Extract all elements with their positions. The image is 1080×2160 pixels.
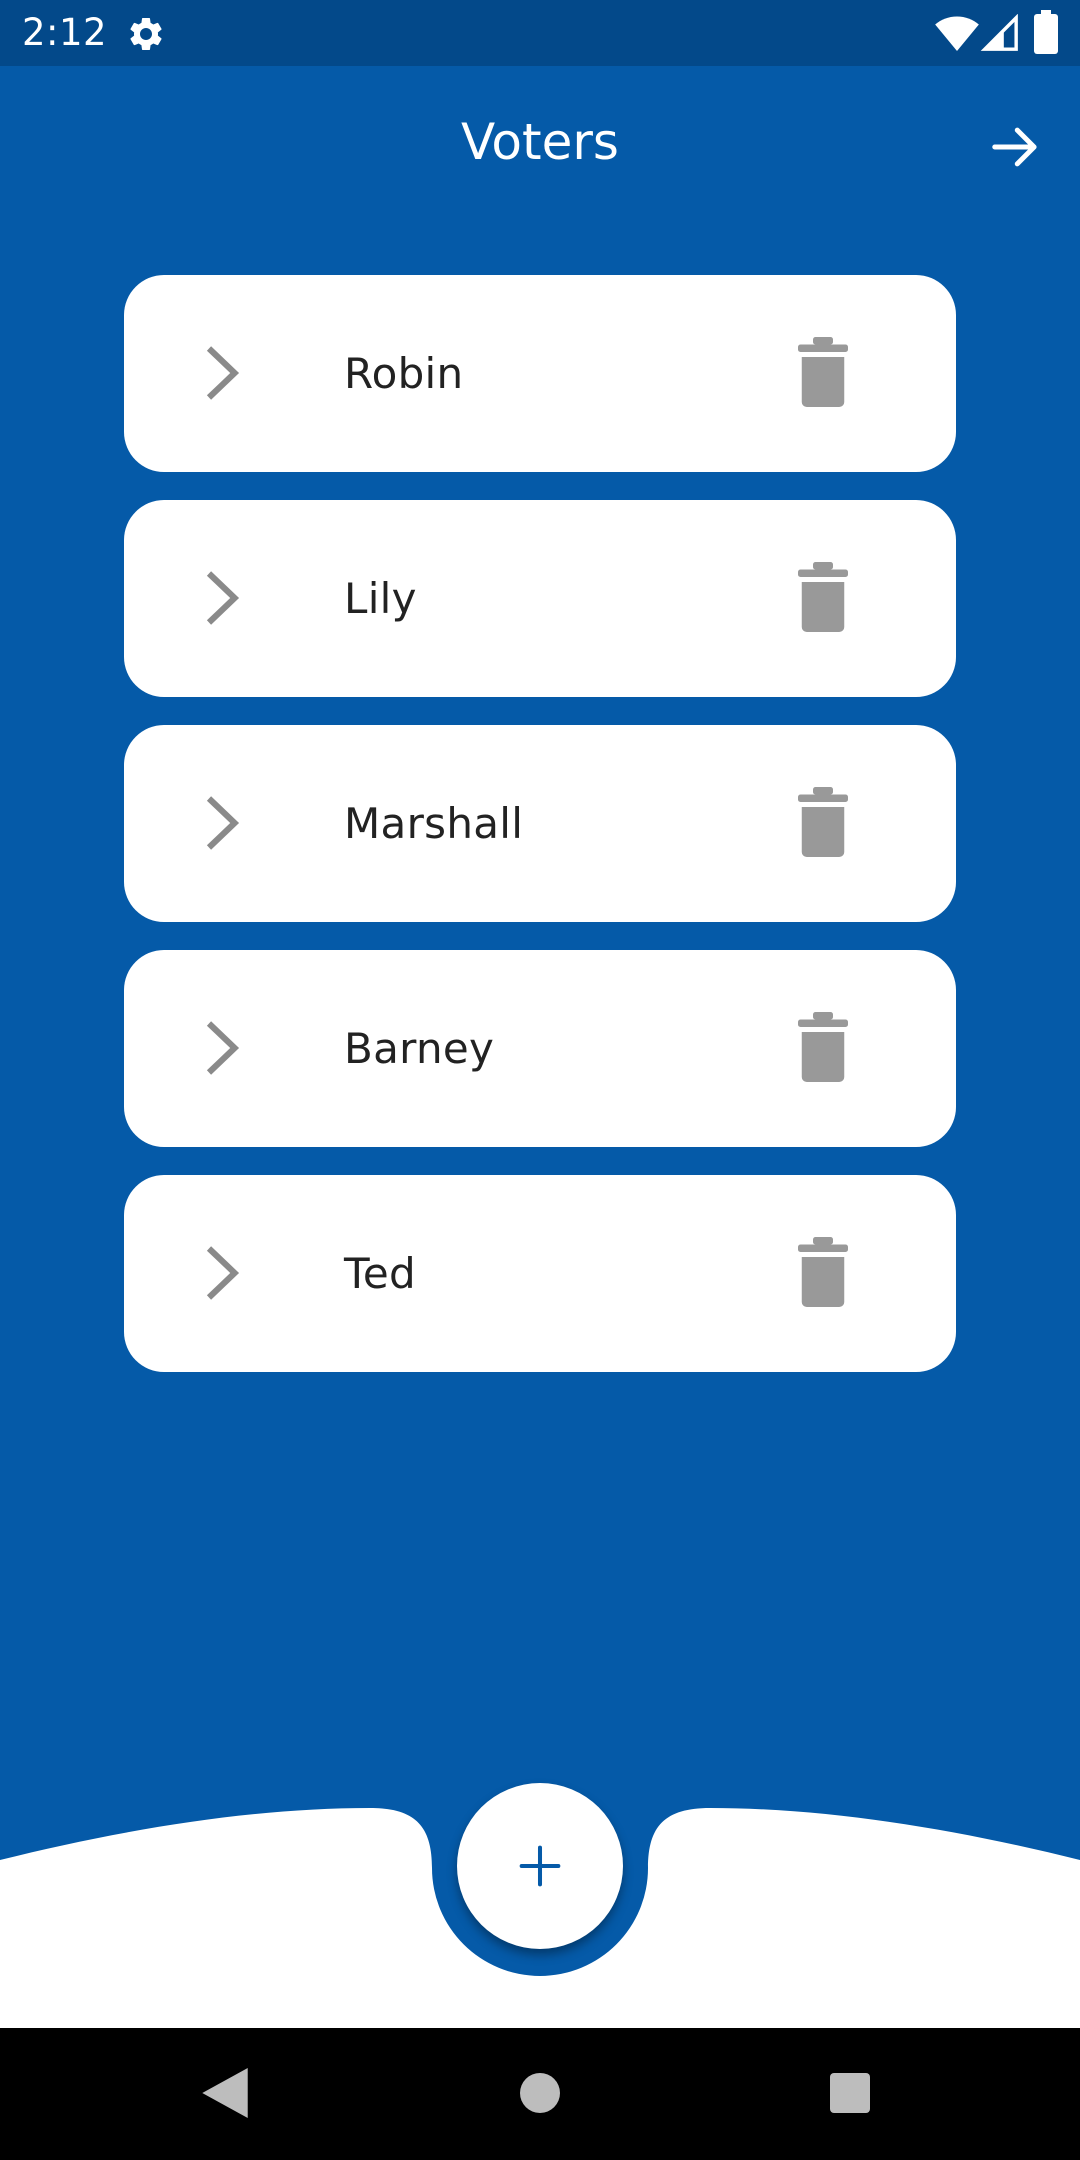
voter-name: Robin bbox=[344, 349, 464, 398]
voter-name: Marshall bbox=[344, 799, 524, 848]
arrow-right-icon bbox=[992, 127, 1037, 167]
voter-name: Barney bbox=[344, 1024, 495, 1073]
add-voter-button[interactable] bbox=[457, 1783, 623, 1949]
voter-card-ted[interactable]: Ted bbox=[124, 1175, 956, 1372]
voter-card-marshall[interactable]: Marshall bbox=[124, 725, 956, 922]
status-bar: 2:12 bbox=[0, 0, 1080, 66]
recents-icon[interactable] bbox=[830, 2073, 870, 2113]
chevron-right-icon[interactable] bbox=[198, 1245, 248, 1301]
chevron-right-icon[interactable] bbox=[198, 570, 248, 626]
voter-card-barney[interactable]: Barney bbox=[124, 950, 956, 1147]
plus-icon bbox=[519, 1845, 561, 1887]
signal-icon bbox=[980, 14, 1018, 51]
chevron-right-icon[interactable] bbox=[198, 795, 248, 851]
voter-list: Robin Lily Marshall Barney Ted bbox=[124, 275, 956, 1400]
battery-icon bbox=[1034, 10, 1058, 54]
status-time: 2:12 bbox=[22, 11, 108, 54]
page-title: Voters bbox=[461, 113, 619, 171]
trash-icon[interactable] bbox=[798, 337, 848, 407]
trash-icon[interactable] bbox=[798, 1237, 848, 1307]
voter-card-lily[interactable]: Lily bbox=[124, 500, 956, 697]
voter-card-robin[interactable]: Robin bbox=[124, 275, 956, 472]
home-icon[interactable] bbox=[520, 2073, 560, 2113]
wifi-icon bbox=[935, 16, 979, 52]
gear-icon bbox=[130, 17, 162, 50]
next-button[interactable] bbox=[980, 112, 1050, 182]
chevron-right-icon[interactable] bbox=[198, 345, 248, 401]
back-icon[interactable] bbox=[202, 2068, 248, 2118]
chevron-right-icon[interactable] bbox=[198, 1020, 248, 1076]
voter-name: Ted bbox=[344, 1249, 416, 1298]
trash-icon[interactable] bbox=[798, 1012, 848, 1082]
trash-icon[interactable] bbox=[798, 787, 848, 857]
trash-icon[interactable] bbox=[798, 562, 848, 632]
voter-name: Lily bbox=[344, 574, 417, 623]
